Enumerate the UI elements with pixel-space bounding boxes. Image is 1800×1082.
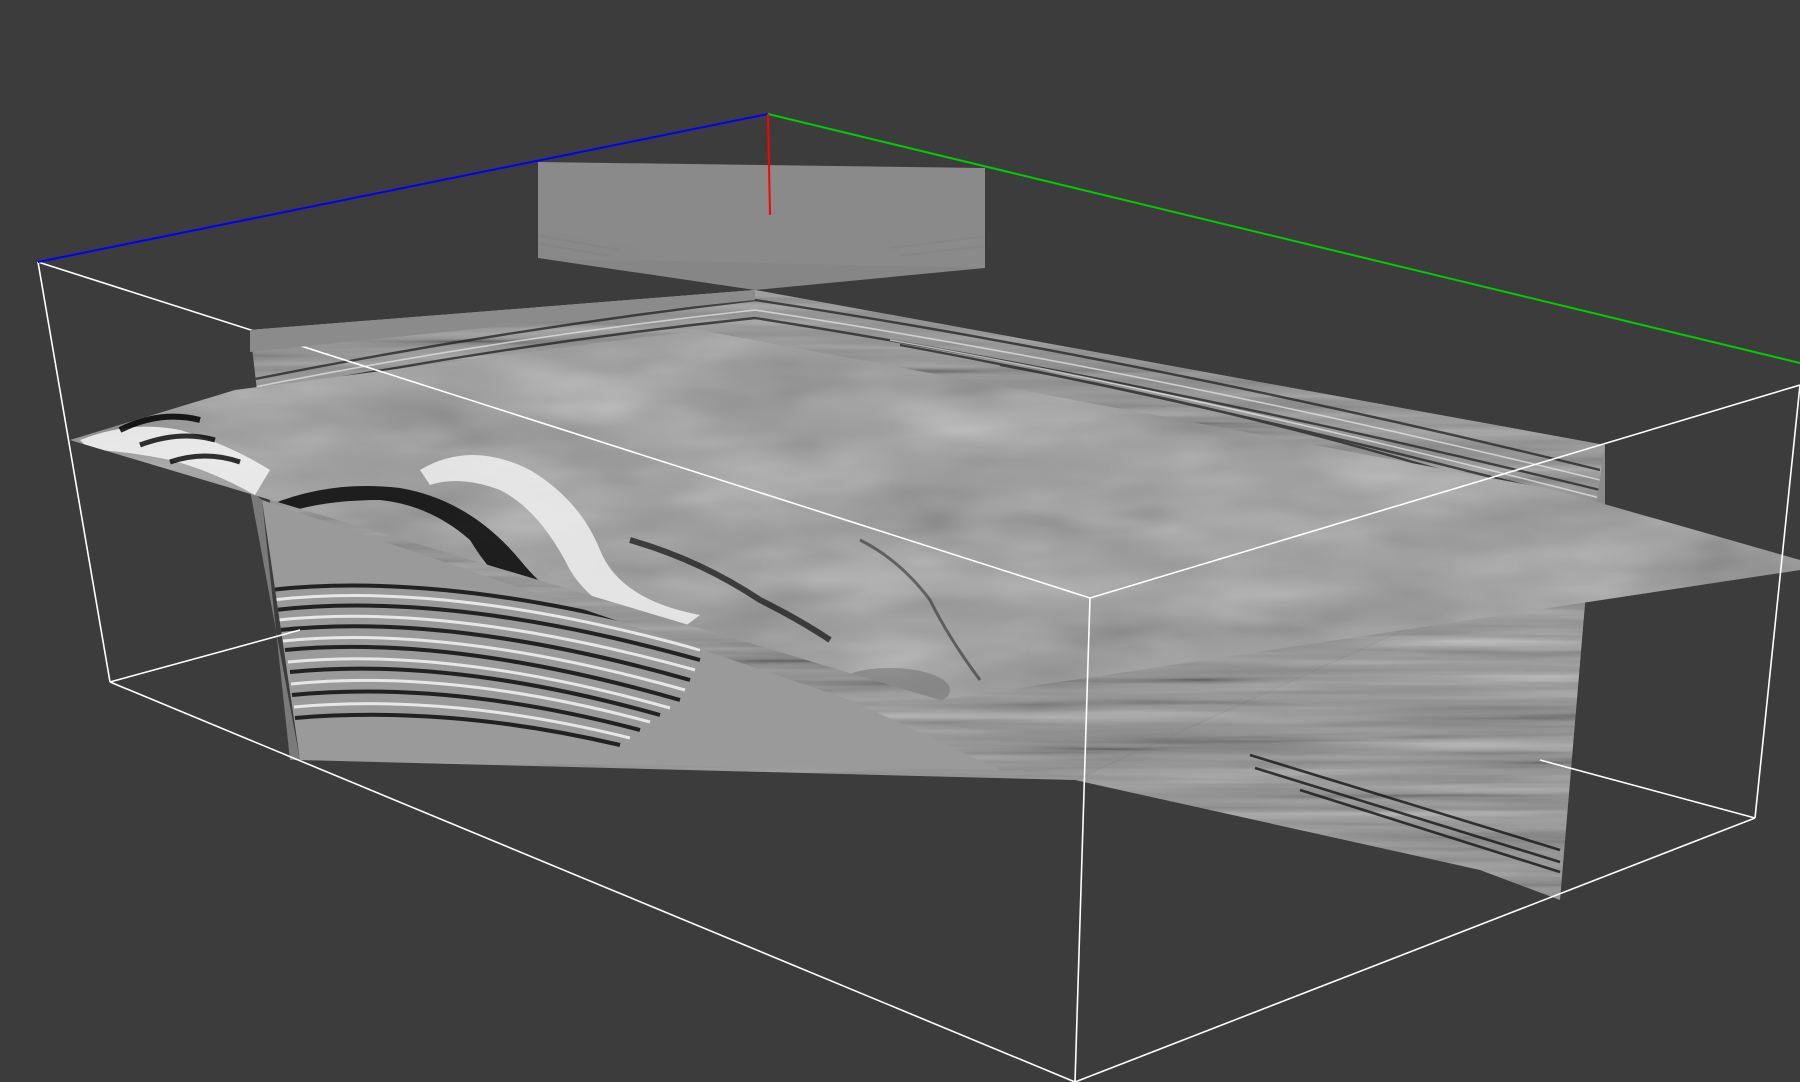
seismic-3d-scene[interactable] [0, 0, 1800, 1082]
seismic-3d-viewport[interactable] [0, 0, 1800, 1082]
